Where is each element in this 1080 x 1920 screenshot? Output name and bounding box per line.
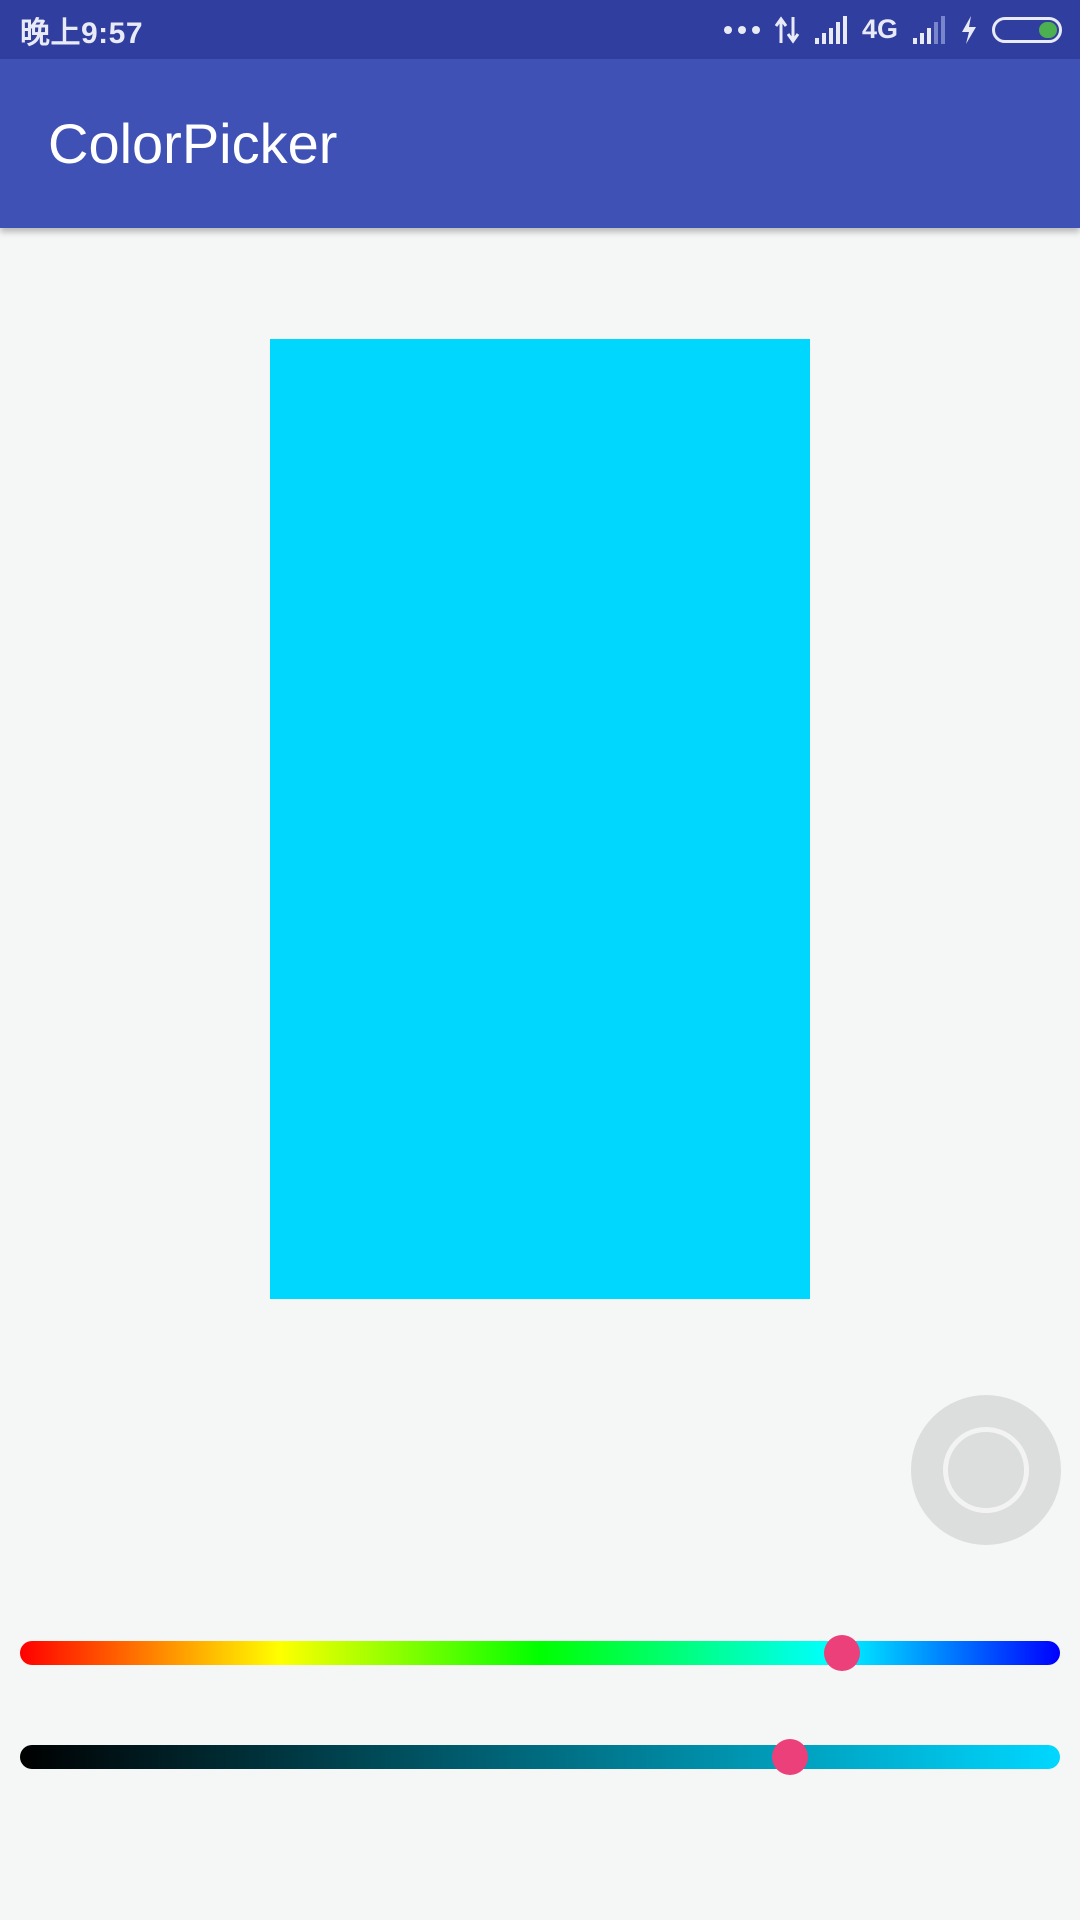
color-preview [270, 339, 810, 1299]
brightness-thumb[interactable] [771, 1739, 808, 1775]
status-bar: 晚上9:57 4G [0, 0, 1080, 59]
status-time: 晚上9:57 [20, 16, 144, 50]
signal-weak-icon [913, 15, 945, 44]
hue-track[interactable] [20, 1641, 1060, 1665]
signal-icon [814, 15, 847, 44]
brightness-slider[interactable] [20, 1727, 1060, 1787]
circle-ring-icon [943, 1427, 1029, 1513]
network-type: 4G [861, 14, 898, 44]
app-bar: ColorPicker [0, 59, 1080, 228]
charging-icon [962, 15, 976, 44]
battery-level [1039, 21, 1057, 38]
screen: 晚上9:57 4G ColorPicker [0, 0, 1080, 1920]
battery-icon [992, 16, 1062, 43]
hue-slider[interactable] [20, 1623, 1060, 1683]
data-transfer-icon [774, 15, 800, 44]
floating-ball-button[interactable] [911, 1395, 1061, 1545]
brightness-track[interactable] [20, 1745, 1060, 1769]
hue-thumb[interactable] [823, 1635, 860, 1671]
app-title: ColorPicker [48, 112, 338, 175]
more-dots-icon [723, 25, 760, 34]
status-icons: 4G [723, 14, 1062, 45]
